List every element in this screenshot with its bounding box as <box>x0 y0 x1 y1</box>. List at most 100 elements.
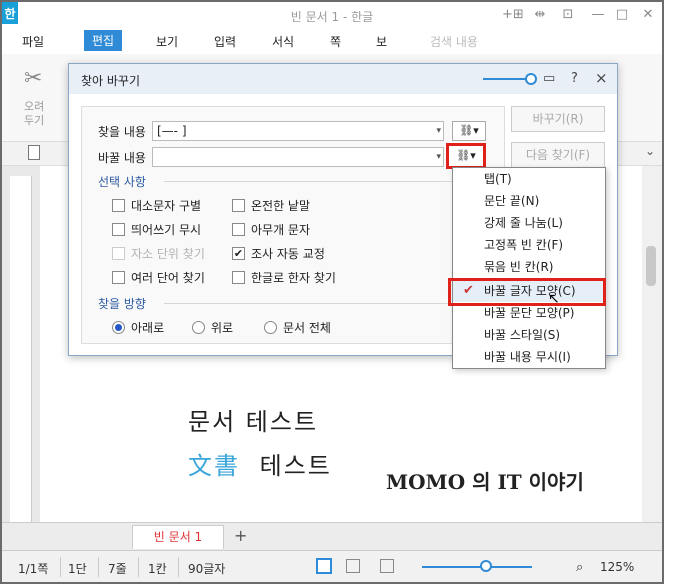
option-hanja-search[interactable]: 한글로 한자 찾기 <box>232 269 336 286</box>
highlight-box <box>448 278 606 306</box>
line2-text: 테스트 <box>259 452 332 480</box>
menu-item-bound-space[interactable]: 묶음 빈 칸(R) <box>453 256 605 278</box>
option-label: 한글로 한자 찾기 <box>251 271 336 285</box>
radio-button[interactable] <box>192 321 205 334</box>
checkbox[interactable]: ✔ <box>232 247 245 260</box>
checkbox[interactable] <box>232 271 245 284</box>
new-document-icon[interactable] <box>28 145 40 160</box>
option-label: 여러 단어 찾기 <box>131 271 205 285</box>
width-view-icon[interactable] <box>346 559 360 573</box>
menu-item-line-break[interactable]: 강제 줄 나눔(L) <box>453 212 605 234</box>
checkbox[interactable] <box>112 271 125 284</box>
direction-label: 위로 <box>211 321 234 335</box>
direction-up[interactable]: 위로 <box>192 319 233 336</box>
option-label: 띄어쓰기 무시 <box>131 223 202 237</box>
search-input[interactable]: 검색 내용 <box>430 33 478 50</box>
checkbox[interactable] <box>112 199 125 212</box>
close-button[interactable]: × <box>595 69 608 87</box>
radio-button[interactable] <box>264 321 277 334</box>
option-whole-word[interactable]: 온전한 낱말 <box>232 197 310 214</box>
option-auto-josa[interactable]: ✔ 조사 자동 교정 <box>232 245 325 262</box>
status-line: 7줄 <box>108 562 127 576</box>
option-label: 자소 단위 찾기 <box>131 247 205 261</box>
menu-item-ignore-content[interactable]: 바꿀 내용 무시(I) <box>453 346 605 368</box>
hanja-text: 文書 <box>188 452 240 480</box>
replace-options-menu: 탭(T) 문단 끝(N) 강제 줄 나눔(L) 고정폭 빈 칸(F) 묶음 빈 … <box>452 167 606 369</box>
binoculars-icon: ⛓▾ <box>459 124 479 137</box>
menu-item-style[interactable]: 바꿀 스타일(S) <box>453 324 605 346</box>
close-button[interactable]: ✕ <box>638 7 658 22</box>
replace-input[interactable]: ▾ <box>152 147 444 167</box>
menu-item-fixed-space[interactable]: 고정폭 빈 칸(F) <box>453 234 605 256</box>
opacity-slider[interactable] <box>483 78 529 80</box>
menu-file[interactable]: 파일 <box>22 33 44 50</box>
chevron-down-icon[interactable]: ▾ <box>436 148 441 166</box>
status-divider <box>98 557 99 577</box>
option-label: 대소문자 구별 <box>131 199 202 213</box>
checkbox[interactable] <box>232 199 245 212</box>
scrollbar-thumb[interactable] <box>646 246 656 286</box>
menu-item-paragraph-end[interactable]: 문단 끝(N) <box>453 190 605 212</box>
replace-label: 바꿀 내용 <box>98 151 146 165</box>
option-match-case[interactable]: 대소문자 구별 <box>112 197 201 214</box>
status-divider <box>60 557 61 577</box>
status-divider <box>138 557 139 577</box>
menu-format[interactable]: 서식 <box>272 33 294 50</box>
checkbox[interactable] <box>232 223 245 236</box>
zoom-level: 125% <box>600 560 635 574</box>
find-input[interactable]: [—- ] ▾ <box>152 121 444 141</box>
find-input-value: [—- ] <box>157 124 187 138</box>
full-view-icon[interactable] <box>380 559 394 573</box>
menu-insert[interactable]: 입력 <box>214 33 236 50</box>
section-divider <box>164 303 460 304</box>
menu-more[interactable]: 보 <box>376 33 387 50</box>
option-wildcard[interactable]: 아무개 문자 <box>232 221 310 238</box>
pin-icon[interactable]: +⊞ <box>502 7 524 22</box>
checkbox <box>112 247 125 260</box>
chat-icon[interactable]: ▭ <box>543 71 555 86</box>
direction-down[interactable]: 아래로 <box>112 319 164 336</box>
option-jaso-search: 자소 단위 찾기 <box>112 245 205 262</box>
menu-edit[interactable]: 편집 <box>84 30 123 51</box>
doc-line-1: 문서 테스트 <box>188 408 319 436</box>
zoom-slider[interactable] <box>422 566 532 568</box>
scissors-icon[interactable]: ✂ <box>24 66 42 91</box>
menu-view[interactable]: 보기 <box>156 33 178 50</box>
replace-button[interactable]: 바꾸기(R) <box>511 106 605 132</box>
radio-button[interactable] <box>112 321 125 334</box>
layout-icon[interactable]: ⇹ <box>530 7 550 22</box>
find-binoculars-button[interactable]: ⛓▾ <box>452 121 486 141</box>
page-view-icon[interactable] <box>316 558 332 574</box>
find-next-button[interactable]: 다음 찾기(F) <box>511 142 605 168</box>
dialog-body: 찾을 내용 [—- ] ▾ ⛓▾ 바꿀 내용 ▾ ⛓▾ 선택 사항 대소문자 구… <box>81 106 505 344</box>
add-tab-button[interactable]: + <box>234 526 247 545</box>
menu-bar: 파일 편집 보기 입력 서식 쪽 보 검색 내용 <box>2 30 662 54</box>
checkbox[interactable] <box>112 223 125 236</box>
cut-label: 오려 두기 <box>24 100 45 127</box>
document-tab[interactable]: 빈 문서 1 <box>132 525 224 549</box>
zoom-slider-knob[interactable] <box>480 560 492 572</box>
maximize-button[interactable]: □ <box>612 7 632 22</box>
option-ignore-spacing[interactable]: 띄어쓰기 무시 <box>112 221 201 238</box>
minimize-button[interactable]: — <box>588 7 608 22</box>
direction-whole[interactable]: 문서 전체 <box>264 319 331 336</box>
replace-binoculars-button[interactable]: ⛓▾ <box>446 143 486 169</box>
chevron-down-icon[interactable]: ⌄ <box>645 144 655 158</box>
menu-item-tab[interactable]: 탭(T) <box>453 168 605 190</box>
zoom-icon[interactable]: ⌕ <box>576 560 583 575</box>
chevron-down-icon[interactable]: ▾ <box>436 122 441 140</box>
option-multi-word[interactable]: 여러 단어 찾기 <box>112 269 205 286</box>
status-chars: 90글자 <box>188 562 226 576</box>
section-divider <box>164 181 460 182</box>
status-section: 1단 <box>68 562 87 576</box>
direction-label: 아래로 <box>131 321 165 335</box>
menu-page[interactable]: 쪽 <box>330 33 341 50</box>
status-divider <box>178 557 179 577</box>
opacity-slider-knob[interactable] <box>525 73 537 85</box>
vertical-scrollbar[interactable] <box>642 166 662 522</box>
status-bar: 1/1쪽 1단 7줄 1칸 90글자 ⌕ 125% <box>2 550 662 582</box>
help-button[interactable]: ? <box>571 71 578 86</box>
status-column: 1칸 <box>148 562 167 576</box>
option-label: 조사 자동 교정 <box>251 247 325 261</box>
restore-icon[interactable]: ⊡ <box>558 7 578 22</box>
